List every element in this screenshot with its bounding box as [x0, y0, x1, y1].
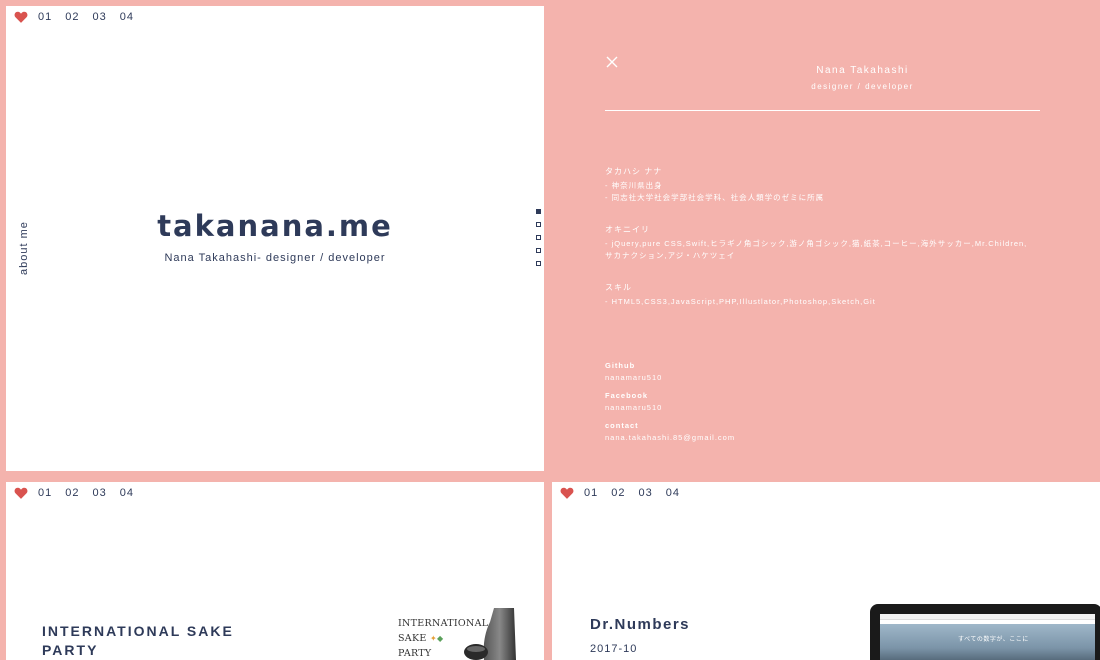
- nav-item-02[interactable]: 02: [65, 487, 79, 499]
- nav-item-01[interactable]: 01: [584, 487, 598, 499]
- nav-item-03[interactable]: 03: [93, 11, 107, 23]
- screen-header: [880, 614, 1095, 620]
- work-drnumbers-panel: 01 02 03 04 Dr.Numbers 2017-10 すべての数字が、こ…: [552, 482, 1100, 660]
- sake-thumbnail[interactable]: INTERNATIONAL SAKE ✦◆ PARTY: [396, 608, 518, 660]
- section-dot-5[interactable]: [536, 261, 541, 266]
- heart-icon[interactable]: [560, 486, 574, 500]
- nav-item-04[interactable]: 04: [666, 487, 680, 499]
- section-line: - 神奈川県出身: [605, 181, 663, 190]
- section-dot-3[interactable]: [536, 235, 541, 240]
- home-panel: 01 02 03 04 about me takanana.me Nana Ta…: [6, 6, 544, 471]
- top-nav: 01 02 03 04: [14, 486, 147, 500]
- profile-section-skills: スキル - HTML5,CSS3,JavaScript,PHP,Illustla…: [605, 282, 876, 308]
- heart-icon[interactable]: [14, 10, 28, 24]
- section-line: - HTML5,CSS3,JavaScript,PHP,Illustlator,…: [605, 297, 876, 306]
- link-label: Facebook: [605, 391, 649, 400]
- section-heading: オキニイリ: [605, 225, 650, 234]
- nav-item-01[interactable]: 01: [38, 11, 52, 23]
- nav-item-04[interactable]: 04: [120, 11, 134, 23]
- divider: [605, 110, 1040, 111]
- top-nav: 01 02 03 04: [560, 486, 693, 500]
- profile-role: designer / developer: [811, 82, 914, 91]
- section-line: - 同志社大学社会学部社会学科、社会人類学のゼミに所属: [605, 193, 825, 202]
- nav-item-02[interactable]: 02: [65, 11, 79, 23]
- laptop-mockup[interactable]: すべての数字が、ここに: [870, 604, 1100, 660]
- section-dot-1[interactable]: [536, 209, 541, 214]
- profile-name: Nana Takahashi: [816, 65, 909, 76]
- link-label: Github: [605, 361, 636, 370]
- nav-item-04[interactable]: 04: [120, 487, 134, 499]
- site-subtitle: Nana Takahashi- designer / developer: [164, 252, 386, 264]
- profile-section-name: タカハシ ナナ - 神奈川県出身 - 同志社大学社会学部社会学科、社会人類学のゼ…: [605, 166, 824, 204]
- laptop-screen: すべての数字が、ここに: [880, 614, 1095, 660]
- nav-item-03[interactable]: 03: [639, 487, 653, 499]
- section-dots: [536, 209, 541, 266]
- work-title: INTERNATIONAL SAKE PARTY: [42, 622, 234, 660]
- section-heading: スキル: [605, 283, 632, 292]
- profile-panel: Nana Takahashi designer / developer タカハシ…: [550, 6, 1095, 476]
- work-sake-panel: 01 02 03 04 INTERNATIONAL SAKE PARTY INT…: [6, 482, 544, 660]
- link-facebook: Facebook nanamaru510: [605, 390, 662, 414]
- link-github: Github nanamaru510: [605, 360, 662, 384]
- top-nav: 01 02 03 04: [14, 10, 147, 24]
- site-title: takanana.me: [157, 209, 393, 243]
- link-contact: contact nana.takahashi.85@gmail.com: [605, 420, 735, 444]
- screen-hero-text: すべての数字が、ここに: [958, 637, 1029, 643]
- github-link[interactable]: nanamaru510: [605, 372, 662, 384]
- section-line: - jQuery,pure CSS,Swift,ヒラギノ角ゴシック,游ノ角ゴシッ…: [605, 239, 1028, 248]
- heart-icon[interactable]: [14, 486, 28, 500]
- section-line: サカナクション,アジ・ハケツェイ: [605, 251, 736, 260]
- contact-email-link[interactable]: nana.takahashi.85@gmail.com: [605, 432, 735, 444]
- section-dot-4[interactable]: [536, 248, 541, 253]
- link-label: contact: [605, 421, 639, 430]
- sake-bottle-image: [464, 608, 516, 660]
- profile-section-favorites: オキニイリ - jQuery,pure CSS,Swift,ヒラギノ角ゴシック,…: [605, 224, 1027, 262]
- nav-item-01[interactable]: 01: [38, 487, 52, 499]
- facebook-link[interactable]: nanamaru510: [605, 402, 662, 414]
- work-title: Dr.Numbers: [590, 616, 691, 633]
- section-heading: タカハシ ナナ: [605, 167, 663, 176]
- work-title-line: INTERNATIONAL SAKE: [42, 623, 234, 639]
- work-title-line: PARTY: [42, 642, 99, 658]
- screen-hero-image: すべての数字が、ここに: [880, 624, 1095, 660]
- nav-item-02[interactable]: 02: [611, 487, 625, 499]
- nav-item-03[interactable]: 03: [93, 487, 107, 499]
- section-dot-2[interactable]: [536, 222, 541, 227]
- work-date: 2017-10: [590, 643, 638, 655]
